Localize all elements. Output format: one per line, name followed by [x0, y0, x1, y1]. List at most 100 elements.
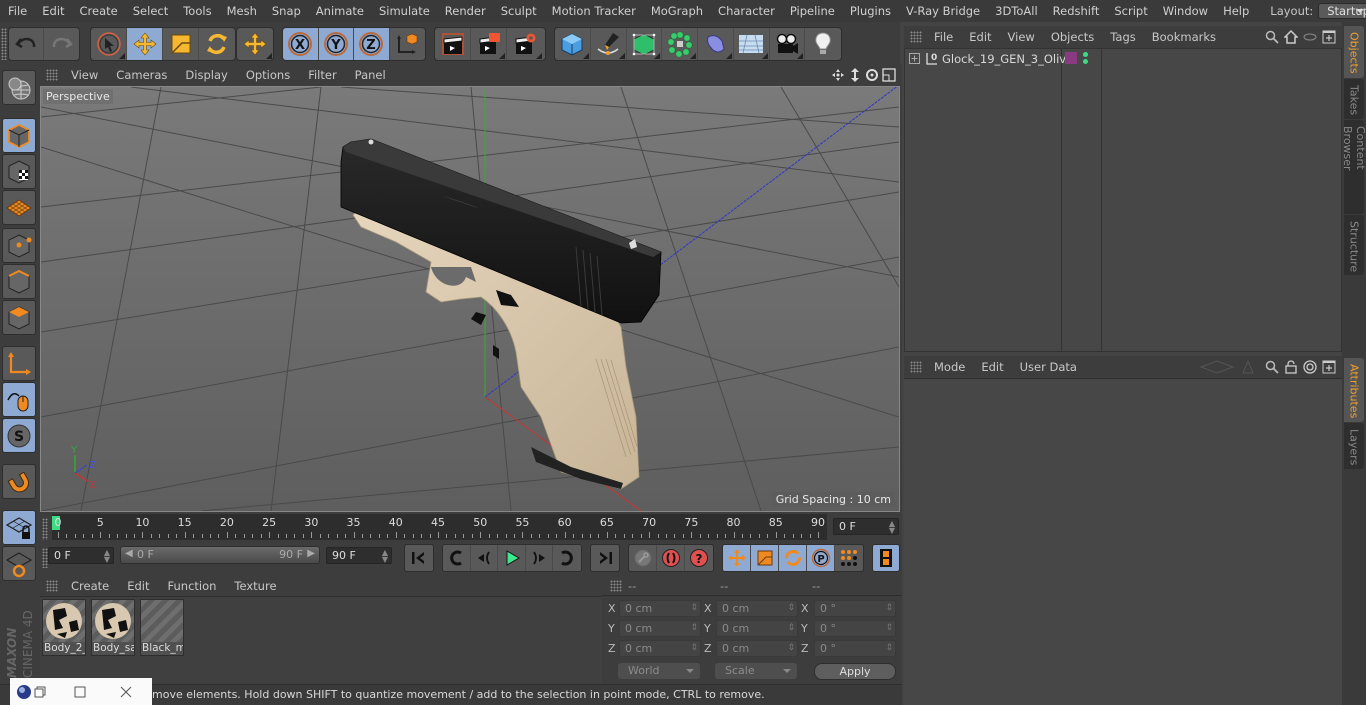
edge-mode-button[interactable] — [2, 264, 36, 299]
size-z-field[interactable]: 0 cm — [716, 640, 798, 657]
rot-x-field[interactable]: 0 ° — [814, 600, 896, 617]
new-panel-icon[interactable] — [1322, 360, 1336, 374]
next-frame-button[interactable] — [526, 545, 554, 571]
pos-y-field[interactable]: 0 cm — [619, 620, 701, 637]
menu-sculpt[interactable]: Sculpt — [493, 4, 544, 18]
range-right-arrow-icon[interactable]: ▶ — [307, 548, 315, 559]
lock-icon[interactable] — [1284, 360, 1298, 374]
prev-key-button[interactable] — [443, 545, 471, 571]
mat-menu-texture[interactable]: Texture — [225, 579, 285, 593]
rotation-key-button[interactable] — [779, 545, 807, 571]
menu-motion-tracker[interactable]: Motion Tracker — [544, 4, 643, 18]
vp-menu-panel[interactable]: Panel — [346, 68, 395, 82]
expand-icon[interactable] — [909, 53, 920, 64]
scale-tool-button[interactable] — [163, 28, 199, 60]
apply-button[interactable]: Apply — [814, 663, 896, 680]
restore-icon[interactable] — [34, 686, 46, 698]
pos-z-field[interactable]: 0 cm — [619, 640, 701, 657]
menu-mesh[interactable]: Mesh — [219, 4, 264, 18]
y-axis-lock-button[interactable]: Y — [318, 28, 354, 60]
obj-menu-objects[interactable]: Objects — [1043, 30, 1102, 44]
menu-file[interactable]: File — [0, 4, 34, 18]
pen-button[interactable] — [591, 28, 627, 60]
menu-plugins[interactable]: Plugins — [842, 4, 898, 18]
position-key-button[interactable] — [723, 545, 751, 571]
recent-tool-button[interactable] — [237, 28, 273, 60]
menu-pipeline[interactable]: Pipeline — [782, 4, 842, 18]
camera-label[interactable]: Perspective — [43, 89, 113, 104]
menu-tools[interactable]: Tools — [175, 4, 218, 18]
record-active-button[interactable] — [629, 545, 657, 571]
autokey-button[interactable] — [657, 545, 685, 571]
obj-menu-edit[interactable]: Edit — [961, 30, 999, 44]
attr-menu-edit[interactable]: Edit — [973, 360, 1011, 374]
z-axis-lock-button[interactable]: Z — [354, 28, 390, 60]
menu-mograph[interactable]: MoGraph — [643, 4, 710, 18]
pan-view-icon[interactable] — [831, 68, 845, 82]
play-button[interactable] — [498, 545, 526, 571]
vp-menu-display[interactable]: Display — [176, 68, 236, 82]
timeline-ruler[interactable]: 0 5 10 15 20 25 30 35 40 45 50 55 60 65 70 75 80 85 90 — [52, 514, 827, 540]
tab-takes[interactable]: Takes — [1344, 79, 1364, 119]
axis-mode-button[interactable] — [2, 346, 36, 381]
render-picture-viewer-button[interactable] — [471, 28, 507, 60]
tab-layers[interactable]: Layers — [1344, 423, 1364, 469]
vp-menu-filter[interactable]: Filter — [299, 68, 345, 82]
menu-animate[interactable]: Animate — [308, 4, 371, 18]
search-icon[interactable] — [1265, 360, 1279, 374]
editor-visibility-dot[interactable] — [1083, 52, 1088, 57]
material-item[interactable]: Black_m — [140, 599, 184, 656]
deformer-button[interactable] — [698, 28, 734, 60]
rot-y-field[interactable]: 0 ° — [814, 620, 896, 637]
texture-mode-button[interactable] — [2, 154, 36, 189]
prev-frame-button[interactable] — [471, 545, 499, 571]
search-icon[interactable] — [1265, 30, 1279, 44]
make-editable-button[interactable] — [2, 70, 36, 105]
menu-simulate[interactable]: Simulate — [371, 4, 437, 18]
toolbar-grip[interactable] — [1, 28, 7, 60]
coordinate-space-dropdown[interactable]: World — [618, 663, 700, 679]
floor-button[interactable] — [734, 28, 770, 60]
cube-button[interactable] — [555, 28, 591, 60]
panel-grip[interactable] — [46, 69, 58, 81]
tab-objects[interactable]: Objects — [1344, 26, 1364, 78]
vp-menu-options[interactable]: Options — [237, 68, 299, 82]
move-tool-button[interactable] — [127, 28, 163, 60]
vp-menu-cameras[interactable]: Cameras — [107, 68, 176, 82]
parameter-key-button[interactable]: P — [807, 545, 835, 571]
menu-edit[interactable]: Edit — [34, 4, 71, 18]
menu-help[interactable]: Help — [1215, 4, 1256, 18]
material-item[interactable]: Body_2_ — [42, 599, 86, 656]
tab-content-browser[interactable]: Content Browser — [1341, 120, 1366, 214]
light-button[interactable] — [805, 28, 841, 60]
rotate-tool-button[interactable] — [199, 28, 235, 60]
current-frame-field[interactable]: 0 F ▲ ▼ — [833, 518, 899, 535]
back-arrow-icon[interactable] — [1199, 360, 1235, 374]
cinema4d-app-icon[interactable] — [16, 684, 32, 700]
object-row[interactable]: 0 Glock_19_GEN_3_Olive — [905, 49, 1343, 69]
menu-3dtoall[interactable]: 3DToAll — [987, 4, 1045, 18]
subdivision-button[interactable] — [627, 28, 663, 60]
start-frame-field[interactable]: 0 F ▲ ▼ — [48, 547, 114, 564]
new-panel-icon[interactable] — [1322, 30, 1336, 44]
object-name[interactable]: Glock_19_GEN_3_Olive — [942, 52, 1073, 66]
timeline-window-button[interactable] — [873, 545, 899, 571]
vp-menu-view[interactable]: View — [62, 68, 107, 82]
maximize-icon[interactable] — [74, 686, 86, 698]
size-mode-dropdown[interactable]: Scale — [715, 663, 797, 679]
scale-key-button[interactable] — [751, 545, 779, 571]
home-icon[interactable] — [1284, 30, 1298, 44]
up-arrow-icon[interactable] — [1241, 360, 1255, 374]
point-level-animation-button[interactable] — [835, 545, 863, 571]
polygon-mode-button[interactable] — [2, 300, 36, 335]
render-view-button[interactable] — [435, 28, 471, 60]
layout-dropdown[interactable]: Startup — [1318, 3, 1366, 19]
tab-attributes[interactable]: Attributes — [1344, 358, 1364, 422]
frame-range-slider[interactable]: ◀ 0 F 90 F ▶ — [120, 546, 320, 564]
point-mode-button[interactable] — [2, 228, 36, 263]
locked-workplane-button[interactable] — [2, 510, 36, 545]
attr-menu-mode[interactable]: Mode — [926, 360, 973, 374]
panel-grip[interactable] — [610, 580, 622, 592]
material-item[interactable]: Body_sa — [91, 599, 135, 656]
menu-character[interactable]: Character — [710, 4, 782, 18]
